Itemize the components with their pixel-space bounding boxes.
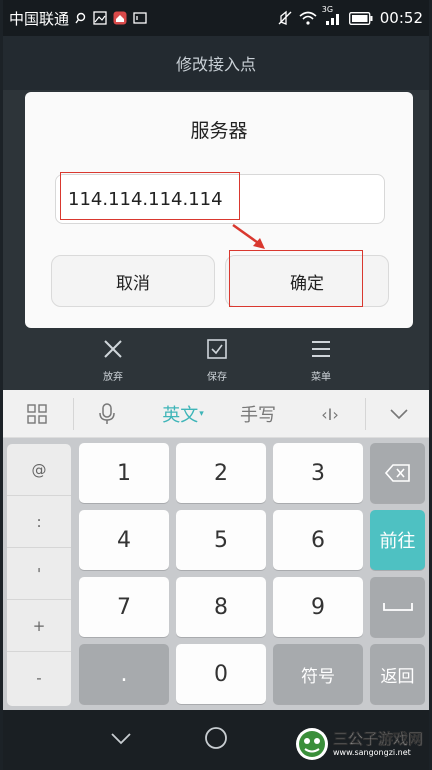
ok-button[interactable]: 确定 xyxy=(225,255,389,307)
ime-toolbar: 英文 ▾ 手写 ‹I› xyxy=(3,390,429,438)
watermark: 三公子游戏网 www.sangongzi.net xyxy=(295,724,429,764)
key-6[interactable]: 6 xyxy=(273,510,363,570)
mute-icon xyxy=(278,10,292,26)
status-bar: 中国联通 3G 00:52 xyxy=(3,0,429,36)
save-icon xyxy=(207,339,227,359)
watermark-title: 三公子游戏网 xyxy=(333,729,424,748)
annotation-arrow xyxy=(232,223,265,249)
chevron-down-icon xyxy=(111,733,131,745)
ime-mode-button[interactable]: 英文 ▾ xyxy=(151,390,215,438)
back-nav-button[interactable] xyxy=(109,726,133,754)
screen: 中国联通 3G 00:52 修改接入点 服务器 114.114.114.114 … xyxy=(3,0,429,770)
server-input[interactable]: 114.114.114.114 xyxy=(55,174,385,224)
battery-icon xyxy=(348,11,373,25)
carrier-label: 中国联通 xyxy=(9,9,70,28)
clock: 00:52 xyxy=(379,9,423,27)
ime-handwrite-button[interactable]: 手写 xyxy=(233,390,283,438)
ime-cursor-button[interactable]: ‹I› xyxy=(305,390,355,438)
ime-grid-button[interactable] xyxy=(15,390,59,438)
app-notification-icon xyxy=(113,11,127,25)
ime-mode-label: 英文 xyxy=(162,405,199,426)
save-action[interactable]: 保存 xyxy=(187,338,247,383)
key-9[interactable]: 9 xyxy=(273,577,363,637)
home-nav-button[interactable] xyxy=(204,726,228,754)
key-3[interactable]: 3 xyxy=(273,443,363,503)
ime-collapse-button[interactable] xyxy=(377,390,421,438)
watermark-url: www.sangongzi.net xyxy=(333,747,411,757)
dialog-title: 服务器 xyxy=(190,120,248,142)
key-1[interactable]: 1 xyxy=(79,443,169,503)
sim-card-icon xyxy=(133,12,147,24)
numeric-keyboard: @ : ' + - 1 2 3 4 5 6 前往 7 8 9 . 0 符号 返回 xyxy=(3,438,429,710)
save-label: 保存 xyxy=(207,372,227,383)
grid-icon xyxy=(27,404,47,424)
wifi-icon xyxy=(299,11,317,25)
microphone-icon xyxy=(99,403,115,424)
title-bar: 修改接入点 xyxy=(3,36,429,90)
symbol-key[interactable]: - xyxy=(7,652,71,704)
ime-divider xyxy=(365,398,366,430)
signal-icon: 3G xyxy=(322,5,342,25)
space-icon xyxy=(382,603,413,611)
backspace-icon xyxy=(384,464,410,482)
image-icon xyxy=(93,11,107,25)
ime-handwrite-label: 手写 xyxy=(240,405,276,426)
menu-action[interactable]: 菜单 xyxy=(291,338,351,383)
key-7[interactable]: 7 xyxy=(79,577,169,637)
watermark-logo-icon xyxy=(296,728,328,760)
discard-label: 放弃 xyxy=(103,372,123,383)
symbol-key[interactable]: ' xyxy=(7,548,71,600)
key-4[interactable]: 4 xyxy=(79,510,169,570)
location-icon xyxy=(75,12,87,24)
cancel-button-label: 取消 xyxy=(116,273,150,294)
space-key[interactable] xyxy=(370,577,425,637)
chevron-down-icon xyxy=(390,409,408,420)
discard-action[interactable]: 放弃 xyxy=(83,338,143,383)
symbol-key[interactable]: @ xyxy=(7,444,71,496)
back-key[interactable]: 返回 xyxy=(370,644,425,704)
page-title: 修改接入点 xyxy=(175,55,256,74)
key-2[interactable]: 2 xyxy=(176,443,266,503)
key-0[interactable]: 0 xyxy=(176,644,266,704)
symbol-key[interactable]: + xyxy=(7,600,71,652)
server-dialog: 服务器 114.114.114.114 取消 确定 xyxy=(25,92,413,328)
symbol-column: @ : ' + - xyxy=(7,444,71,706)
network-type-label: 3G xyxy=(321,5,334,14)
ok-button-label: 确定 xyxy=(290,273,324,294)
next-key[interactable]: 前往 xyxy=(370,510,425,570)
ime-voice-button[interactable] xyxy=(85,390,129,438)
key-5[interactable]: 5 xyxy=(176,510,266,570)
ime-divider xyxy=(73,398,74,430)
symbols-key[interactable]: 符号 xyxy=(273,644,363,704)
cancel-button[interactable]: 取消 xyxy=(51,255,215,307)
symbol-key[interactable]: : xyxy=(7,496,71,548)
close-icon xyxy=(104,340,122,358)
home-circle-icon xyxy=(205,727,227,749)
menu-label: 菜单 xyxy=(311,372,331,383)
server-input-value: 114.114.114.114 xyxy=(68,188,223,210)
key-dot[interactable]: . xyxy=(79,644,169,704)
menu-icon xyxy=(312,341,330,357)
cursor-move-icon: ‹I› xyxy=(321,404,339,424)
key-8[interactable]: 8 xyxy=(176,577,266,637)
action-bar: 放弃 保存 菜单 xyxy=(3,332,429,390)
chevron-down-icon: ▾ xyxy=(199,409,204,419)
backspace-key[interactable] xyxy=(370,443,425,503)
